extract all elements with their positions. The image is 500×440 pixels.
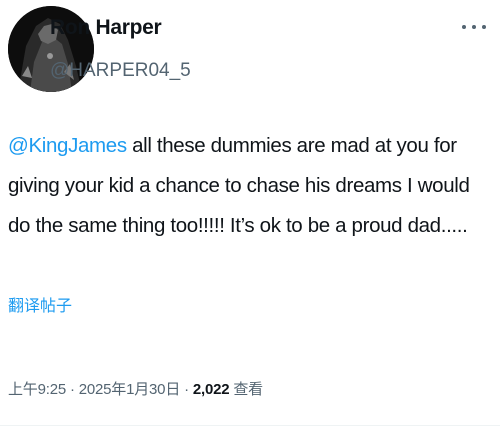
user-handle[interactable]: @HARPER04_5 bbox=[50, 60, 191, 82]
views-label: 查看 bbox=[229, 381, 263, 398]
views-count: 2,022 bbox=[192, 381, 230, 398]
display-name[interactable]: Ron Harper bbox=[50, 16, 162, 40]
tweet-header: Ron Harper @HARPER04_5 bbox=[6, 6, 494, 94]
mention-link[interactable]: @KingJames bbox=[8, 134, 127, 157]
divider bbox=[0, 425, 500, 426]
tweet-meta: 上午9:25 · 2025年1月30日 · 2,022 查看 bbox=[8, 378, 263, 399]
tweet-card: Ron Harper @HARPER04_5 @KingJames all th… bbox=[0, 0, 500, 440]
timestamp[interactable]: 上午9:25 · 2025年1月30日 · bbox=[8, 381, 193, 398]
tweet-text: @KingJames all these dummies are mad at … bbox=[8, 126, 492, 246]
more-options-icon[interactable] bbox=[462, 22, 486, 32]
translate-post-link[interactable]: 翻译帖子 bbox=[8, 292, 72, 316]
